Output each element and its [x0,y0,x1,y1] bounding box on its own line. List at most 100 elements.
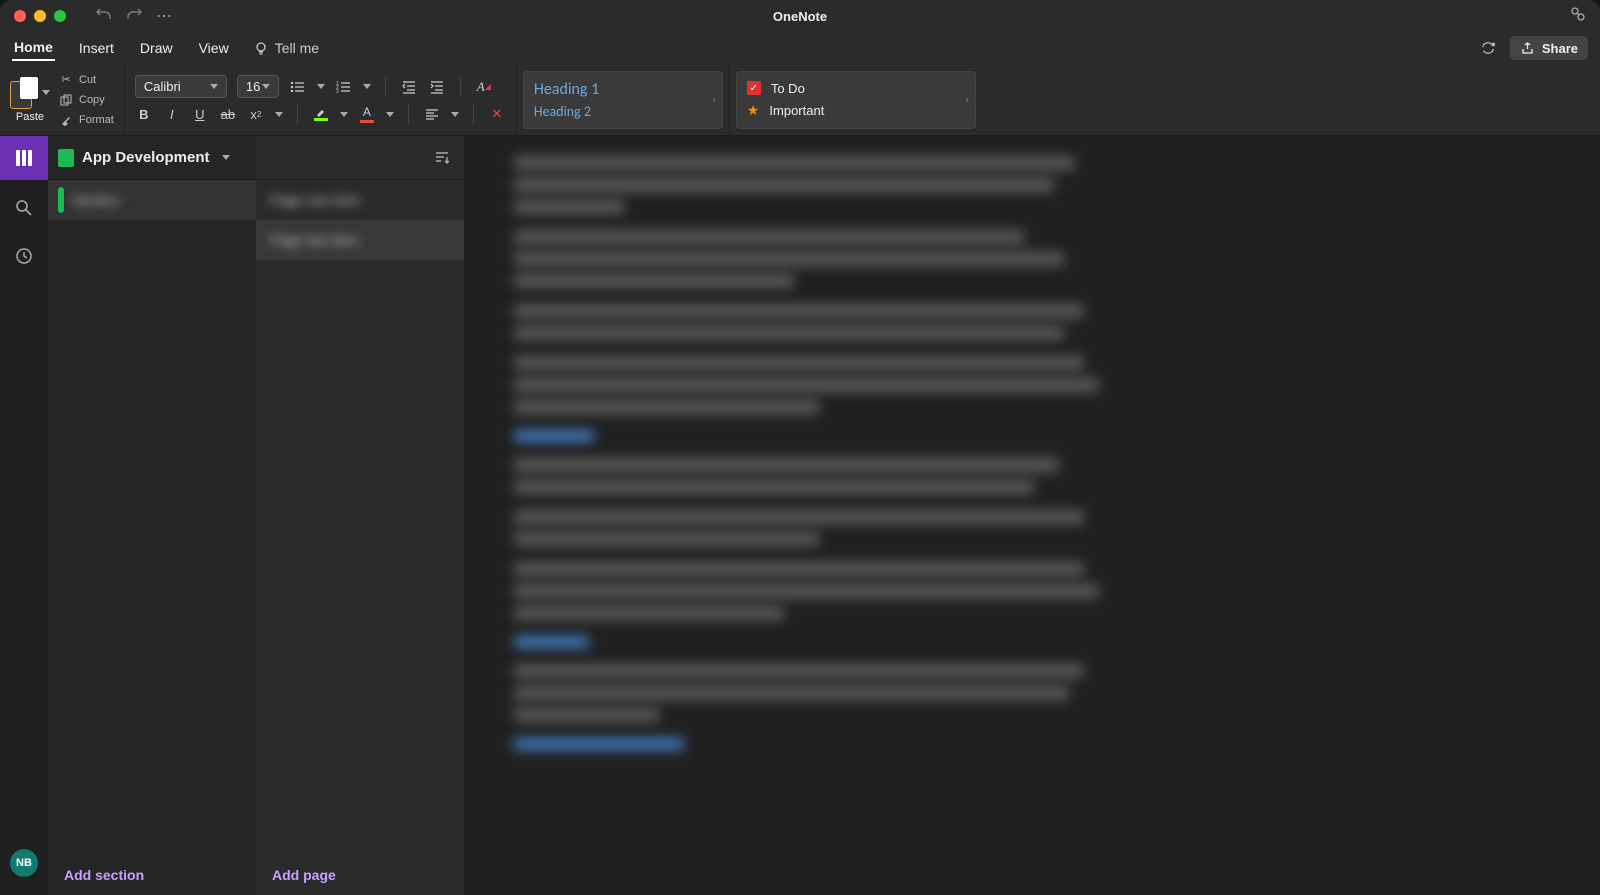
tell-me-label: Tell me [275,40,319,56]
tag-important[interactable]: ★ Important [747,102,947,119]
format-painter-button[interactable]: Format [58,112,114,128]
tab-view[interactable]: View [197,36,231,60]
recent-button[interactable] [0,236,48,276]
indent-button[interactable] [428,78,446,96]
highlight-button[interactable] [312,105,330,123]
window-style-icon[interactable] [1570,6,1586,22]
clear-format-button[interactable]: A◢ [475,78,493,96]
minimize-window[interactable] [34,10,46,22]
numbered-dropdown[interactable] [363,84,371,89]
numbered-list-button[interactable]: 123 [335,78,353,96]
clipboard-group: Paste ✂ Cut Copy Format [0,64,125,135]
font-name-value: Calibri [144,79,181,94]
copy-button[interactable]: Copy [58,92,114,108]
page-item[interactable]: Page one item [256,180,464,220]
add-page-button[interactable]: Add page [256,855,464,895]
delete-button[interactable]: ✕ [488,105,506,123]
tab-insert[interactable]: Insert [77,36,116,60]
cut-label: Cut [79,74,96,86]
more-icon[interactable]: ⋯ [156,8,172,24]
page-list: Page one item Page two item Add page [256,136,464,895]
brush-icon [58,112,74,128]
subscript-button[interactable]: x2 [247,105,265,123]
user-avatar[interactable]: NB [10,849,38,877]
page-title: Page two item [270,232,359,248]
svg-text:3: 3 [336,89,339,94]
styles-gallery[interactable]: Heading 1 Heading 2 › [523,71,723,129]
link-text[interactable] [514,636,589,648]
section-list: App Development Section Add section [48,136,256,895]
share-button[interactable]: Share [1510,36,1588,60]
tab-draw[interactable]: Draw [138,36,175,60]
maximize-window[interactable] [54,10,66,22]
font-size-select[interactable]: 16 [237,75,279,98]
font-color-button[interactable]: A [358,105,376,123]
nav-rail: NB [0,136,48,895]
font-name-select[interactable]: Calibri [135,75,227,98]
chevron-right-icon[interactable]: › [966,94,969,105]
bold-button[interactable]: B [135,105,153,123]
app-body: NB App Development Section Add section P… [0,136,1600,895]
redo-icon[interactable] [126,8,142,24]
page-item[interactable]: Page two item [256,220,464,260]
tag-todo-label: To Do [771,81,805,96]
chevron-right-icon[interactable]: › [713,94,716,105]
italic-button[interactable]: I [163,105,181,123]
font-size-value: 16 [246,79,260,94]
undo-icon[interactable] [96,8,112,24]
section-item[interactable]: Section [48,180,256,220]
page-title: Page one item [270,192,360,208]
copy-icon [58,92,74,108]
tag-important-label: Important [769,103,824,118]
sort-button[interactable] [430,150,454,166]
tags-group: ✓ To Do ★ Important › [730,64,982,135]
app-title: OneNote [773,9,827,24]
font-group: Calibri 16 123 A◢ [125,64,517,135]
bullet-list-button[interactable] [289,78,307,96]
tab-home[interactable]: Home [12,35,55,61]
notebook-header[interactable]: App Development [48,136,256,180]
highlight-dropdown[interactable] [340,112,348,117]
style-heading2[interactable]: Heading 2 [534,103,694,120]
add-section-button[interactable]: Add section [48,855,256,895]
align-dropdown[interactable] [451,112,459,117]
tags-gallery[interactable]: ✓ To Do ★ Important › [736,71,976,129]
notebooks-button[interactable] [0,136,48,180]
tell-me[interactable]: Tell me [253,40,319,56]
cut-button[interactable]: ✂ Cut [58,72,114,88]
styles-group: Heading 1 Heading 2 › [517,64,730,135]
page-list-header [256,136,464,180]
link-text[interactable] [514,738,684,750]
underline-button[interactable]: U [191,105,209,123]
window-controls [0,10,66,22]
titlebar: ⋯ OneNote [0,0,1600,32]
notebook-icon [58,149,74,167]
copy-label: Copy [79,94,105,106]
clipboard-icon [10,77,38,109]
bulb-icon [253,40,269,56]
notebook-name: App Development [82,149,210,166]
font-color-dropdown[interactable] [386,112,394,117]
ribbon: Paste ✂ Cut Copy Format [0,64,1600,136]
paste-button[interactable] [10,77,50,109]
menubar: Home Insert Draw View Tell me Share [0,32,1600,64]
share-icon [1520,40,1536,56]
star-icon: ★ [747,102,760,119]
paste-label: Paste [16,111,44,123]
outdent-button[interactable] [400,78,418,96]
style-heading1[interactable]: Heading 1 [534,80,694,99]
section-color-indicator [58,187,64,213]
bullet-dropdown[interactable] [317,84,325,89]
sync-icon[interactable] [1480,40,1496,56]
strike-button[interactable]: ab [219,105,237,123]
close-window[interactable] [14,10,26,22]
link-text[interactable] [514,430,594,442]
checkbox-icon: ✓ [747,81,761,95]
note-canvas[interactable] [464,136,1600,895]
section-label: Section [72,192,119,208]
align-button[interactable] [423,105,441,123]
format-label: Format [79,114,114,126]
search-button[interactable] [0,188,48,228]
subscript-dropdown[interactable] [275,112,283,117]
tag-todo[interactable]: ✓ To Do [747,81,947,96]
